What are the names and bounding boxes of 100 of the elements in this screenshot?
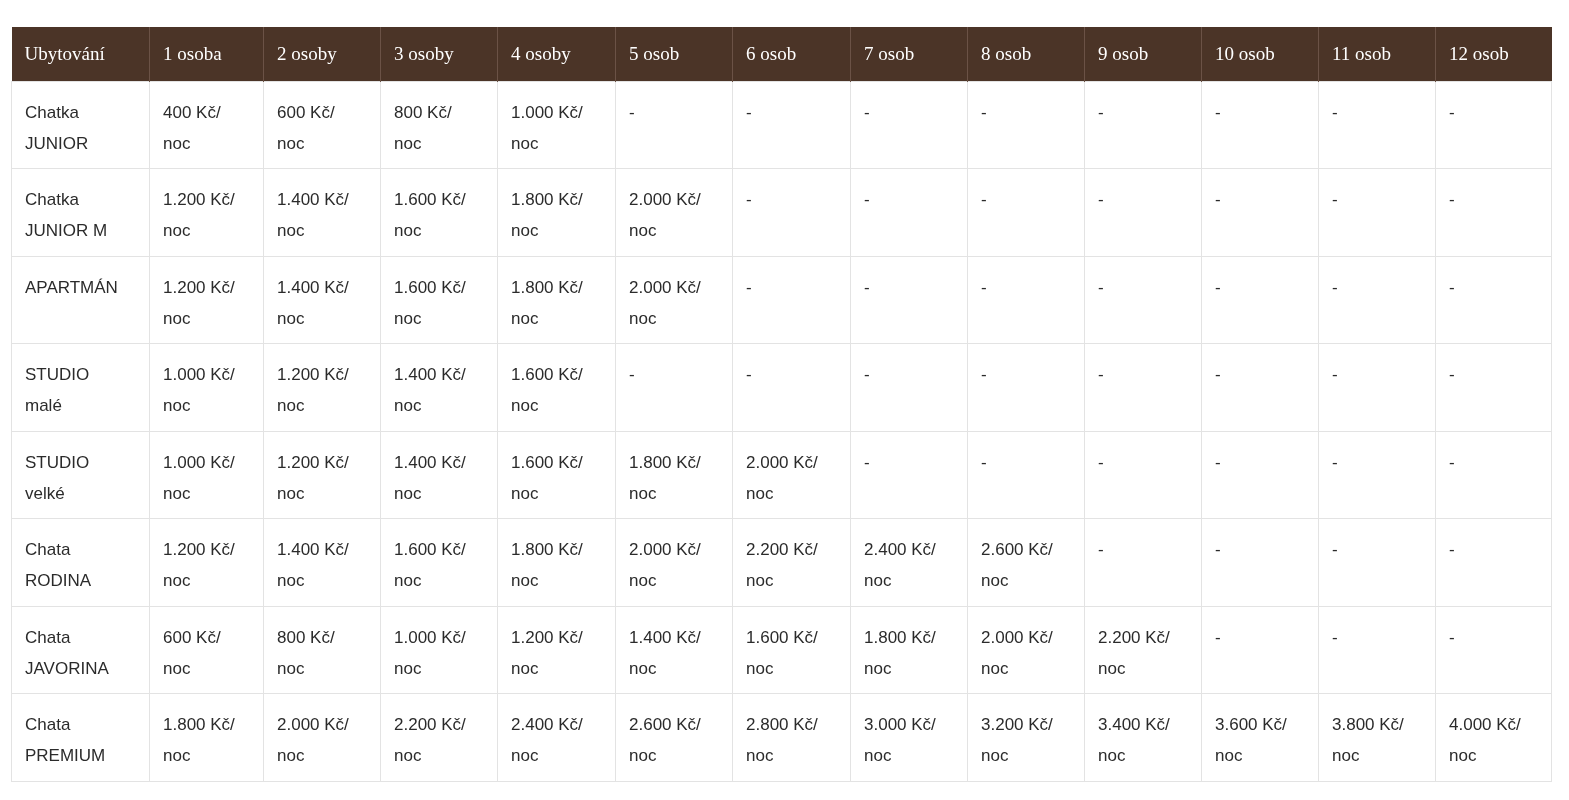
table-cell: - xyxy=(1435,606,1552,694)
table-cell: - xyxy=(732,256,851,344)
table-cell: 1.200 Kč/ noc xyxy=(497,606,616,694)
table-cell: - xyxy=(1084,343,1202,431)
table-cell: 2.600 Kč/ noc xyxy=(615,693,733,781)
table-cell: 1.000 Kč/ noc xyxy=(380,606,498,694)
table-cell: - xyxy=(1318,606,1436,694)
table-cell: STUDIO velké xyxy=(11,431,150,519)
table-cell: - xyxy=(1201,431,1319,519)
column-header: Ubytování xyxy=(11,27,150,81)
table-cell: - xyxy=(1201,168,1319,256)
table-cell: Chata PREMIUM xyxy=(11,693,150,781)
table-cell: APARTMÁN xyxy=(11,256,150,344)
table-cell: 3.400 Kč/ noc xyxy=(1084,693,1202,781)
table-cell: - xyxy=(1435,343,1552,431)
table-cell: - xyxy=(1318,256,1436,344)
table-cell: 1.800 Kč/ noc xyxy=(497,168,616,256)
table-cell: - xyxy=(967,431,1085,519)
table-cell: 1.200 Kč/ noc xyxy=(263,343,381,431)
table-cell: 2.000 Kč/ noc xyxy=(967,606,1085,694)
column-header: 4 osoby xyxy=(497,27,616,81)
table-cell: 1.200 Kč/ noc xyxy=(149,256,264,344)
table-cell: - xyxy=(1084,168,1202,256)
table-cell: - xyxy=(615,81,733,169)
table-cell: 1.000 Kč/ noc xyxy=(149,343,264,431)
table-cell: - xyxy=(1435,431,1552,519)
table-cell: - xyxy=(1318,518,1436,606)
column-header: 10 osob xyxy=(1201,27,1319,81)
table-cell: 2.400 Kč/ noc xyxy=(497,693,616,781)
table-cell: 1.800 Kč/ noc xyxy=(615,431,733,519)
table-cell: - xyxy=(850,81,968,169)
table-cell: 1.400 Kč/ noc xyxy=(380,431,498,519)
table-cell: - xyxy=(1084,431,1202,519)
table-cell: 800 Kč/ noc xyxy=(380,81,498,169)
table-cell: - xyxy=(1084,81,1202,169)
column-header: 12 osob xyxy=(1435,27,1552,81)
table-cell: 1.000 Kč/ noc xyxy=(149,431,264,519)
table-cell: - xyxy=(1201,606,1319,694)
table-cell: 1.600 Kč/ noc xyxy=(380,518,498,606)
table-cell: - xyxy=(1084,256,1202,344)
table-cell: - xyxy=(967,81,1085,169)
table-cell: - xyxy=(967,256,1085,344)
table-cell: - xyxy=(850,431,968,519)
table-cell: - xyxy=(1435,256,1552,344)
table-cell: 1.400 Kč/ noc xyxy=(263,256,381,344)
table-cell: 1.400 Kč/ noc xyxy=(263,168,381,256)
table-cell: 2.000 Kč/ noc xyxy=(615,518,733,606)
table-cell: 2.000 Kč/ noc xyxy=(615,256,733,344)
table-cell: - xyxy=(1318,168,1436,256)
table-cell: - xyxy=(1435,168,1552,256)
table-cell: 1.800 Kč/ noc xyxy=(497,256,616,344)
table-cell: - xyxy=(1318,343,1436,431)
table-cell: 1.800 Kč/ noc xyxy=(497,518,616,606)
table-cell: 600 Kč/ noc xyxy=(149,606,264,694)
table-cell: STUDIO malé xyxy=(11,343,150,431)
table-cell: 2.400 Kč/ noc xyxy=(850,518,968,606)
table-cell: 2.000 Kč/ noc xyxy=(615,168,733,256)
table-cell: - xyxy=(732,343,851,431)
table-cell: - xyxy=(732,168,851,256)
table-cell: 1.600 Kč/ noc xyxy=(497,343,616,431)
table-cell: 2.600 Kč/ noc xyxy=(967,518,1085,606)
table-cell: - xyxy=(967,168,1085,256)
table-cell: - xyxy=(615,343,733,431)
table-cell: 1.400 Kč/ noc xyxy=(615,606,733,694)
table-cell: Chata RODINA xyxy=(11,518,150,606)
table-cell: - xyxy=(1201,81,1319,169)
table-cell: - xyxy=(1201,343,1319,431)
table-cell: - xyxy=(1435,518,1552,606)
table-cell: 3.200 Kč/ noc xyxy=(967,693,1085,781)
table-cell: 2.800 Kč/ noc xyxy=(732,693,851,781)
table-cell: - xyxy=(732,81,851,169)
table-cell: 2.000 Kč/ noc xyxy=(263,693,381,781)
table-cell: 1.200 Kč/ noc xyxy=(263,431,381,519)
table-cell: 3.800 Kč/ noc xyxy=(1318,693,1436,781)
table-cell: 1.400 Kč/ noc xyxy=(380,343,498,431)
table-cell: 800 Kč/ noc xyxy=(263,606,381,694)
table-cell: 1.000 Kč/ noc xyxy=(497,81,616,169)
table-cell: 3.000 Kč/ noc xyxy=(850,693,968,781)
table-cell: - xyxy=(1201,518,1319,606)
table-cell: 400 Kč/ noc xyxy=(149,81,264,169)
table-cell: - xyxy=(967,343,1085,431)
table-cell: 1.600 Kč/ noc xyxy=(732,606,851,694)
table-cell: 1.200 Kč/ noc xyxy=(149,518,264,606)
column-header: 2 osoby xyxy=(263,27,381,81)
table-cell: 1.600 Kč/ noc xyxy=(380,168,498,256)
table-cell: 2.200 Kč/ noc xyxy=(1084,606,1202,694)
table-cell: - xyxy=(850,256,968,344)
table-cell: - xyxy=(1201,256,1319,344)
table-cell: 1.800 Kč/ noc xyxy=(850,606,968,694)
table-cell: Chatka JUNIOR M xyxy=(11,168,150,256)
table-cell: 1.600 Kč/ noc xyxy=(497,431,616,519)
column-header: 6 osob xyxy=(732,27,851,81)
table-cell: - xyxy=(1435,81,1552,169)
table-cell: 2.200 Kč/ noc xyxy=(732,518,851,606)
table-cell: 2.200 Kč/ noc xyxy=(380,693,498,781)
table-cell: 2.000 Kč/ noc xyxy=(732,431,851,519)
column-header: 9 osob xyxy=(1084,27,1202,81)
table-cell: - xyxy=(850,343,968,431)
table-cell: - xyxy=(850,168,968,256)
column-header: 11 osob xyxy=(1318,27,1436,81)
